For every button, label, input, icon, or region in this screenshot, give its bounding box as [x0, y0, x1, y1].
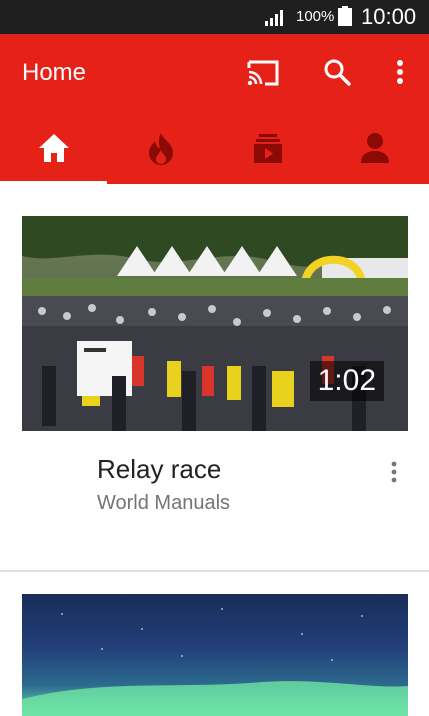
video-thumbnail[interactable] — [22, 594, 408, 716]
video-title[interactable]: Relay race — [97, 454, 221, 485]
clock: 10:00 — [361, 4, 417, 29]
person-icon — [360, 133, 389, 163]
search-icon[interactable] — [323, 58, 351, 86]
flame-icon — [148, 133, 173, 165]
video-feed[interactable]: 1:02 Relay race World Manuals — [0, 184, 429, 716]
video-thumbnail[interactable]: 1:02 — [22, 216, 408, 431]
signal-icon — [265, 10, 283, 26]
video-duration: 1:02 — [309, 361, 384, 401]
tab-account[interactable] — [321, 126, 428, 184]
video-card[interactable]: 1:02 Relay race World Manuals — [0, 184, 429, 570]
video-channel[interactable]: World Manuals — [97, 492, 230, 515]
battery-icon — [338, 6, 352, 26]
app-bar: Home — [0, 34, 429, 184]
video-more-icon[interactable] — [384, 460, 404, 484]
status-bar: 100% 10:00 — [0, 0, 429, 34]
tab-bar — [0, 126, 429, 184]
tab-subscriptions[interactable] — [214, 126, 321, 184]
cast-icon[interactable] — [247, 60, 279, 86]
tab-home[interactable] — [0, 126, 107, 184]
subscriptions-icon — [253, 134, 282, 163]
home-icon — [38, 134, 69, 162]
battery-percent: 100% — [296, 8, 335, 25]
page-title: Home — [22, 59, 87, 86]
more-vert-icon[interactable] — [390, 58, 410, 86]
video-card[interactable] — [0, 572, 429, 716]
thumbnail-image — [22, 608, 408, 716]
tab-trending[interactable] — [107, 126, 214, 184]
